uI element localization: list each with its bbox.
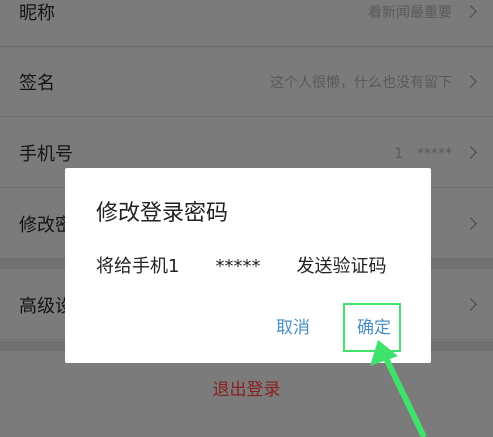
pointer-arrow-icon: [370, 340, 427, 437]
